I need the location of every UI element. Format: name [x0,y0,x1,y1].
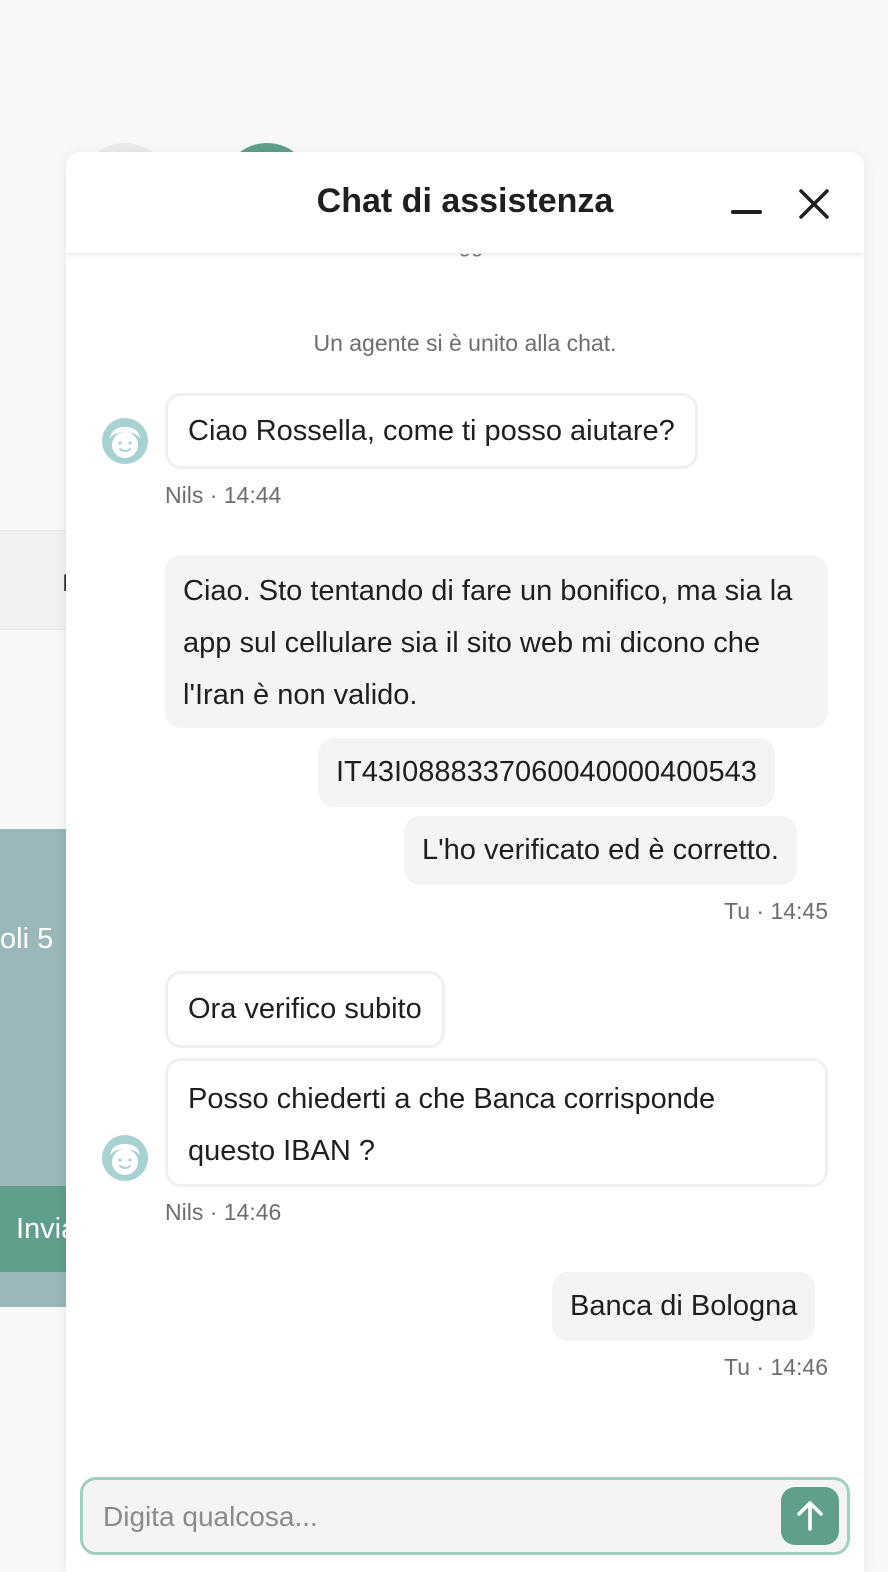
user-message-iban: IT43I0888337060040000400543 [318,738,775,807]
message-meta: Nils · 14:44 [165,482,282,508]
chat-header: Chat di assistenza [66,152,864,254]
user-message: Ciao. Sto tentando di fare un bonifico, … [165,555,828,728]
agent-avatar-icon [102,1135,148,1181]
message-meta: Tu · 14:46 [724,1354,828,1380]
agent-message: Ciao Rossella, come ti posso aiutare? [165,393,698,469]
close-button[interactable] [786,176,842,232]
system-message: Un agente si è unito alla chat. [313,330,617,356]
agent-message: Ora verifico subito [165,971,445,1048]
user-message: Banca di Bologna [552,1272,816,1341]
agent-avatar-icon [102,418,148,464]
message-meta: Nils · 14:46 [165,1199,282,1225]
agent-message: Posso chiederti a che Banca corrisponde … [165,1058,828,1187]
send-button[interactable] [781,1487,839,1545]
minimize-button[interactable] [718,176,774,232]
arrow-up-icon [797,1501,823,1531]
minimize-icon [731,210,762,214]
background-card-text: oli 5 [0,923,54,955]
message-input[interactable] [101,1480,765,1554]
close-icon [799,189,829,219]
support-chat-window: Chat di assistenza Oggi Un agente si è u… [66,152,864,1572]
message-meta: Tu · 14:45 [724,898,828,924]
message-composer [80,1477,850,1555]
user-message: L'ho verificato ed è corretto. [404,816,797,885]
